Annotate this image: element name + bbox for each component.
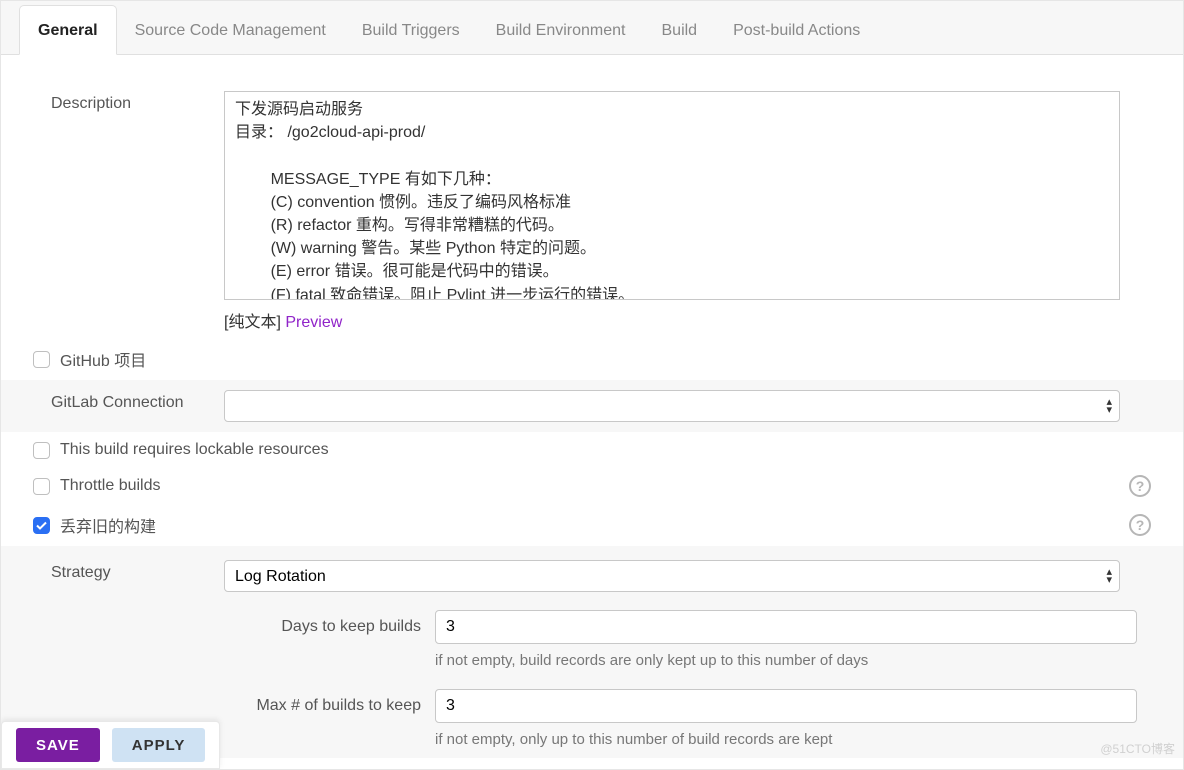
lockable-resources-row[interactable]: This build requires lockable resources — [29, 432, 1155, 468]
tab-build-triggers[interactable]: Build Triggers — [344, 6, 478, 54]
general-section: Description [纯文本] Preview GitHub 项目 GitL… — [1, 55, 1183, 769]
lockable-resources-label: This build requires lockable resources — [60, 441, 329, 459]
save-button[interactable]: SAVE — [16, 728, 100, 762]
footer-action-bar: SAVE APPLY — [1, 721, 220, 769]
tab-build-environment[interactable]: Build Environment — [478, 6, 644, 54]
help-icon[interactable]: ? — [1129, 514, 1151, 536]
plain-text-indicator: [纯文本] — [224, 314, 281, 331]
throttle-builds-checkbox[interactable] — [33, 478, 50, 495]
throttle-builds-row[interactable]: Throttle builds ? — [29, 468, 1155, 504]
days-to-keep-row: Days to keep builds — [255, 600, 1155, 644]
tab-post-build-actions[interactable]: Post-build Actions — [715, 6, 878, 54]
config-tabs: General Source Code Management Build Tri… — [1, 1, 1183, 55]
github-project-checkbox[interactable] — [33, 351, 50, 368]
gitlab-connection-select[interactable] — [224, 390, 1120, 422]
apply-button[interactable]: APPLY — [112, 728, 206, 762]
throttle-builds-label: Throttle builds — [60, 477, 161, 495]
days-to-keep-hint: if not empty, build records are only kep… — [435, 646, 1155, 679]
jenkins-job-config-page: General Source Code Management Build Tri… — [0, 0, 1184, 770]
strategy-select[interactable]: Log Rotation — [224, 560, 1120, 592]
description-row: Description [纯文本] Preview — [29, 85, 1155, 338]
check-icon — [36, 520, 47, 531]
discard-old-builds-checkbox[interactable] — [33, 517, 50, 534]
gitlab-connection-label: GitLab Connection — [29, 390, 224, 412]
description-label: Description — [29, 91, 224, 113]
preview-link[interactable]: Preview — [285, 314, 342, 331]
strategy-label: Strategy — [29, 560, 224, 582]
discard-old-builds-label: 丢弃旧的构建 — [60, 513, 156, 537]
help-icon[interactable]: ? — [1129, 475, 1151, 497]
gitlab-connection-block: GitLab Connection ▴▾ — [1, 380, 1183, 432]
max-builds-label: Max # of builds to keep — [255, 697, 435, 715]
github-project-row[interactable]: GitHub 项目 — [29, 338, 1155, 380]
days-to-keep-label: Days to keep builds — [255, 618, 435, 636]
github-project-label: GitHub 项目 — [60, 347, 146, 371]
discard-old-builds-row[interactable]: 丢弃旧的构建 ? — [29, 504, 1155, 546]
description-textarea[interactable] — [224, 91, 1120, 300]
max-builds-input[interactable] — [435, 689, 1137, 723]
tab-general[interactable]: General — [19, 5, 117, 55]
tab-scm[interactable]: Source Code Management — [117, 6, 344, 54]
max-builds-row: Max # of builds to keep — [255, 679, 1155, 723]
days-to-keep-input[interactable] — [435, 610, 1137, 644]
description-format-row: [纯文本] Preview — [224, 304, 1155, 332]
tab-build[interactable]: Build — [644, 6, 716, 54]
max-builds-hint: if not empty, only up to this number of … — [435, 725, 1155, 758]
lockable-resources-checkbox[interactable] — [33, 442, 50, 459]
log-rotation-settings: Days to keep builds if not empty, build … — [255, 600, 1155, 758]
